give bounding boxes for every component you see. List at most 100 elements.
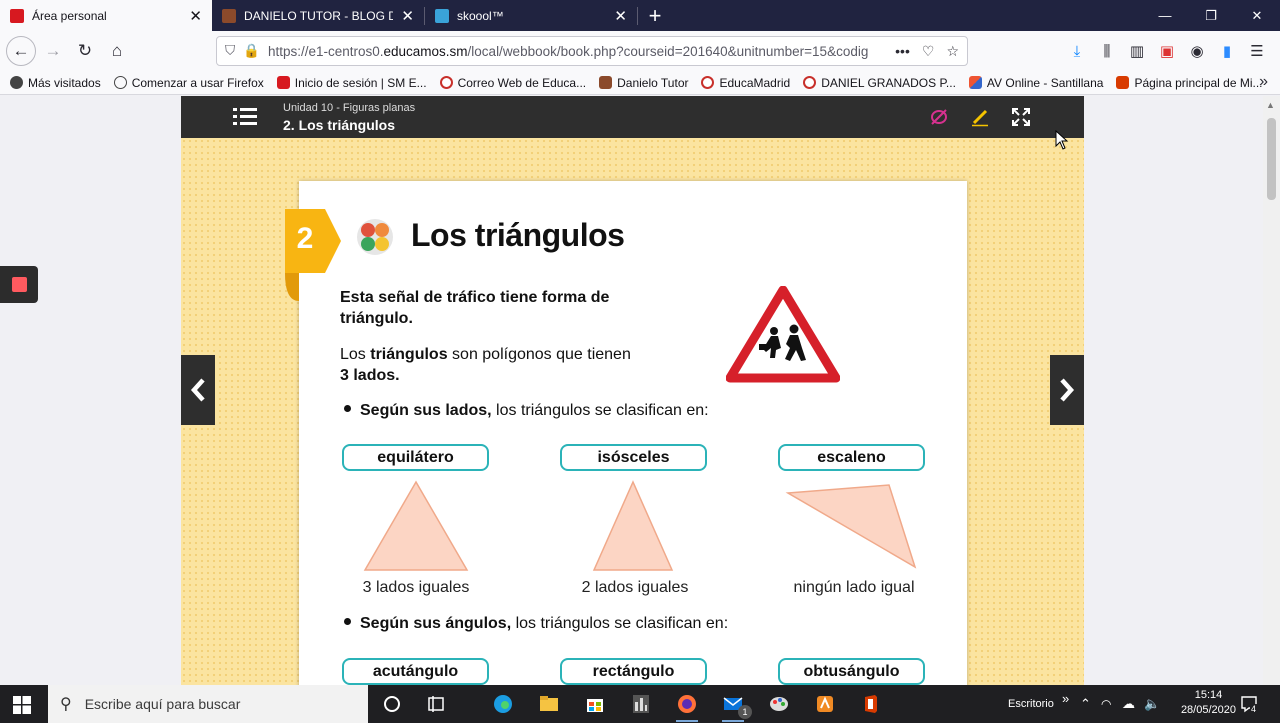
tab-skoool[interactable]: skoool™ ✕ [425, 0, 637, 31]
chevron-right-icon[interactable]: » [1259, 73, 1268, 91]
toolbar-right: ⤓ ⫼ ▥ ▣ ◉ ▮ ☰ [1062, 36, 1272, 66]
extension-icon[interactable]: ▣ [1152, 36, 1182, 66]
search-icon: ⚲ [60, 696, 72, 713]
bookmark-item[interactable]: Inicio de sesión | SM E... [276, 76, 427, 90]
bookmark-label: Página principal de Mi... [1134, 75, 1263, 90]
url-text[interactable]: https://e1-centros0.educamos.sm/local/we… [268, 44, 883, 59]
vertical-scrollbar[interactable]: ▲ [1263, 96, 1280, 685]
page-actions-menu[interactable]: ••• [895, 43, 910, 59]
clock-date: 28/05/2020 [1180, 704, 1236, 716]
bookmark-item[interactable]: DANIEL GRANADOS P... [803, 76, 956, 90]
cortana-icon[interactable] [381, 693, 403, 715]
text-run: Según sus ángulos, [360, 615, 512, 632]
text-run: son polígonos que tienen [447, 346, 631, 363]
caption-escaleno: ningún lado igual [793, 579, 915, 596]
sidebar-icon[interactable]: ▥ [1122, 36, 1152, 66]
definition-text: Los triángulos son polígonos que tienen … [340, 344, 640, 386]
chevron-right-icon [1060, 378, 1075, 402]
toolbar-expand-icon[interactable]: » [1062, 679, 1069, 717]
bookmark-item[interactable]: Página principal de Mi... [1116, 75, 1263, 90]
window-controls: — ❐ ✕ [1142, 0, 1280, 31]
lock-icon[interactable]: 🔒 [243, 43, 260, 59]
windows-start-icon[interactable] [13, 696, 31, 714]
sm-icon [276, 76, 290, 89]
download-icon[interactable]: ⤓ [1062, 36, 1092, 66]
account-icon[interactable]: ◉ [1182, 36, 1212, 66]
store-icon[interactable] [584, 693, 606, 715]
tab-area-personal[interactable]: Área personal ✕ [0, 0, 212, 31]
bookmark-item[interactable]: AV Online - Santillana [968, 76, 1103, 90]
educamadrid-icon [701, 76, 715, 89]
restore-icon[interactable]: ❐ [1188, 0, 1234, 31]
back-button[interactable]: ← [6, 36, 36, 66]
bookmark-item[interactable]: Más visitados [10, 76, 101, 90]
tab-strip: Área personal ✕ DANIELO TUTOR - BLOG DE … [0, 0, 1280, 31]
volume-icon[interactable]: 🔈 [1144, 685, 1160, 723]
label-rectangulo: rectángulo [560, 658, 707, 685]
reader-header: Unidad 10 - Figuras planas 2. Los triáng… [181, 96, 1084, 138]
scroll-thumb[interactable] [1267, 118, 1276, 200]
mail-badge: 1 [738, 705, 752, 719]
forward-button[interactable]: → [38, 36, 68, 66]
url-prefix: https://e1-centros0. [267, 43, 384, 59]
desktop-toolbar-label[interactable]: Escritorio [1008, 685, 1054, 723]
close-tab-icon[interactable]: ✕ [401, 7, 414, 25]
fullscreen-icon[interactable] [1011, 107, 1031, 127]
bookmark-star-icon[interactable]: ☆ [946, 43, 959, 60]
search-placeholder: Escribe aquí para buscar [84, 696, 241, 712]
skoool-favicon-icon [435, 8, 449, 23]
pencil-icon[interactable] [970, 107, 990, 127]
edge-icon[interactable] [492, 693, 514, 715]
menu-list-icon[interactable] [233, 108, 257, 126]
bookmark-item[interactable]: Danielo Tutor [599, 76, 688, 90]
home-button[interactable]: ⌂ [102, 36, 132, 66]
close-tab-icon[interactable]: ✕ [189, 7, 202, 25]
record-tool-button[interactable] [0, 266, 38, 303]
close-window-icon[interactable]: ✕ [1234, 0, 1280, 31]
page-viewport: Unidad 10 - Figuras planas 2. Los triáng… [0, 96, 1280, 685]
clock-time: 15:14 [1194, 689, 1223, 701]
office-icon[interactable] [860, 693, 882, 715]
pocket-icon[interactable]: ♡ [922, 43, 935, 60]
taskbar-clock[interactable]: 15:14 28/05/2020 [1181, 688, 1236, 718]
scroll-up-icon[interactable]: ▲ [1266, 100, 1275, 110]
calculator-icon[interactable] [630, 693, 652, 715]
app-menu-icon[interactable]: ☰ [1242, 36, 1272, 66]
notification-count: 4 [1250, 704, 1258, 714]
bullet-by-sides: Según sus lados, los triángulos se clasi… [344, 402, 709, 420]
library-icon[interactable]: ⫼ [1092, 36, 1122, 66]
firefox-active-indicator [676, 720, 698, 722]
bookmark-item[interactable]: EducaMadrid [701, 76, 790, 90]
bookmark-item[interactable]: Comenzar a usar Firefox [113, 76, 264, 90]
bookmark-label: EducaMadrid [719, 75, 791, 90]
tray-chevron-up-icon[interactable]: ⌃ [1080, 685, 1091, 723]
file-explorer-icon[interactable] [538, 693, 560, 715]
task-view-icon[interactable] [425, 693, 447, 715]
tab-danielo-tutor[interactable]: DANIELO TUTOR - BLOG DE 5º ✕ [212, 0, 424, 31]
shield-icon[interactable]: ⛉ [225, 43, 235, 59]
reload-button[interactable]: ↻ [70, 36, 100, 66]
taskbar-search-box[interactable]: ⚲ Escribe aquí para buscar [48, 685, 368, 723]
zoom-extension-icon[interactable]: ▮ [1212, 36, 1242, 66]
text-run: los triángulos se clasifican en: [511, 615, 729, 632]
label-obtusangulo: obtusángulo [778, 658, 925, 685]
onedrive-cloud-icon[interactable]: ☁ [1122, 685, 1135, 723]
previous-page-button[interactable] [181, 355, 215, 425]
firefox-icon[interactable] [676, 693, 698, 715]
minimize-icon[interactable]: — [1142, 0, 1188, 31]
url-bar[interactable]: ⛉ 🔒 https://e1-centros0.educamos.sm/loca… [216, 36, 968, 66]
bookmark-item[interactable]: Correo Web de Educa... [439, 76, 586, 90]
scratch-app-icon[interactable] [814, 693, 836, 715]
paint-icon[interactable] [768, 693, 790, 715]
intro-text: Esta señal de tráfico tiene forma de tri… [340, 289, 610, 327]
hide-annotations-icon[interactable] [929, 107, 949, 127]
next-page-button[interactable] [1050, 355, 1084, 425]
new-tab-button[interactable]: + [638, 0, 672, 31]
bookmark-label: DANIEL GRANADOS P... [821, 75, 956, 90]
competence-icon [357, 219, 393, 255]
office-icon [1116, 76, 1130, 89]
tab-title: DANIELO TUTOR - BLOG DE 5º [244, 8, 394, 23]
text-run: 3 lados. [340, 367, 400, 384]
wifi-icon[interactable]: ◠ [1101, 685, 1111, 723]
close-tab-icon[interactable]: ✕ [614, 7, 627, 25]
